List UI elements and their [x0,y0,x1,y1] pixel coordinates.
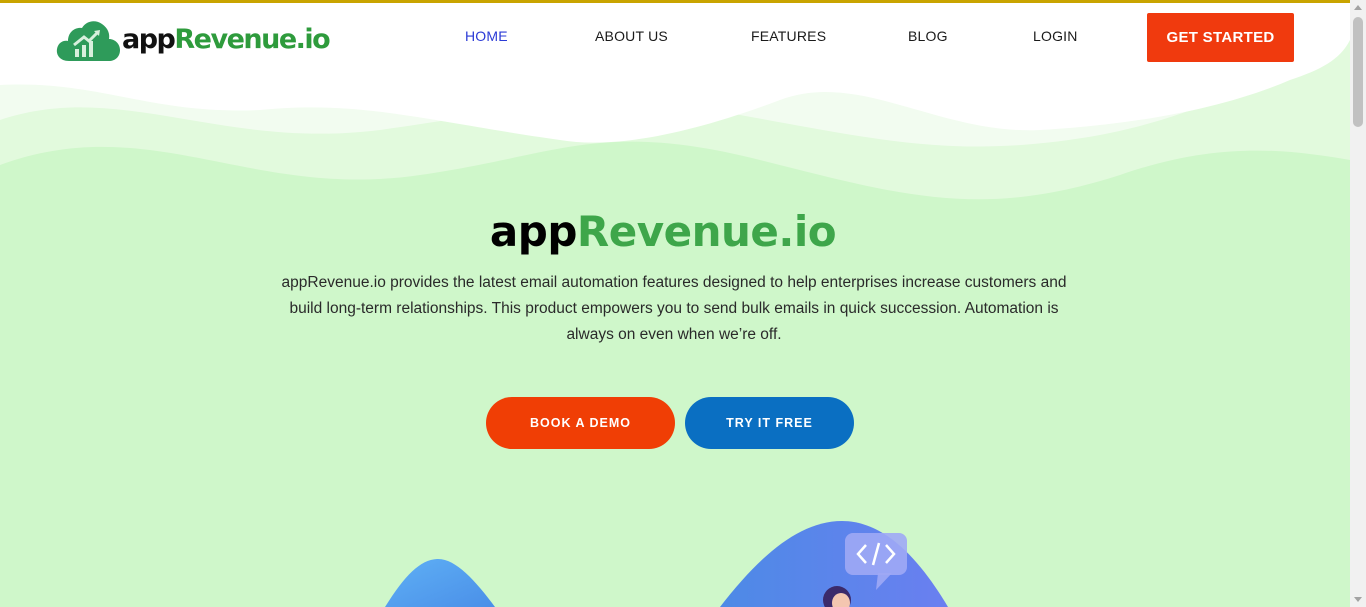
try-free-button[interactable]: TRY IT FREE [685,397,854,449]
nav-features-link[interactable]: FEATURES [751,28,826,44]
scroll-thumb[interactable] [1353,17,1363,127]
scroll-down-icon[interactable] [1354,597,1362,602]
nav-login-link[interactable]: LOGIN [1033,28,1078,44]
nav-home-link[interactable]: HOME [465,28,508,44]
blue-hill-left [385,558,495,607]
logo-text-revenue: Revenue.io [174,23,330,55]
hero-title-app: app [489,207,577,256]
get-started-button[interactable]: GET STARTED [1147,13,1294,62]
nav-blog-link[interactable]: BLOG [908,28,948,44]
page-scrollbar[interactable] [1350,0,1366,607]
brand-logo-text: appRevenue.io [122,23,331,55]
nav-about-link[interactable]: ABOUT US [595,28,668,44]
brand-logo[interactable]: appRevenue.io [55,15,331,63]
logo-text-app: app [122,23,176,55]
hero-description: appRevenue.io provides the latest email … [281,274,1067,343]
hero-illustration [385,521,948,607]
hero-title: appRevenue.io [0,207,1326,256]
hero-title-revenue: Revenue.io [576,207,837,256]
site-header: appRevenue.io HOME ABOUT US FEATURES BLO… [0,3,1350,69]
scroll-up-icon[interactable] [1354,5,1362,10]
book-demo-button[interactable]: BOOK A DEMO [486,397,675,449]
cloud-chart-logo-icon [55,15,121,63]
